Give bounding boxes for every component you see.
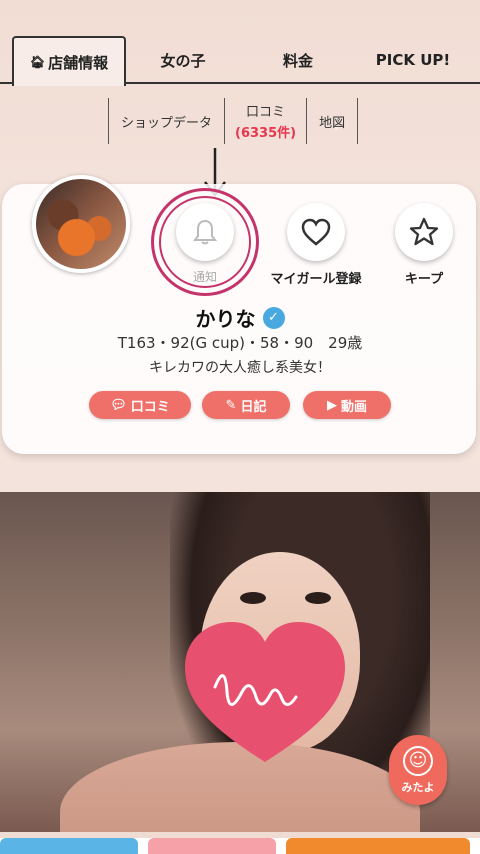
main-tabs: 🏠︎ 店舗情報 女の子 料金 PICK UP!: [0, 36, 480, 86]
smile-icon: ☺: [403, 745, 433, 776]
photo-eye: [240, 592, 266, 604]
keep-button[interactable]: [395, 203, 453, 261]
sub-tabs: ショップデータ 口コミ (6335件) 地図: [108, 98, 359, 144]
bottom-button-3[interactable]: [286, 838, 470, 854]
my-girl-label: マイガール登録: [270, 272, 362, 287]
mitayo-button[interactable]: ☺ みたよ: [389, 735, 447, 805]
photo-eye: [305, 592, 331, 604]
tab-label: PICK UP!: [375, 51, 451, 69]
tab-price[interactable]: 料金: [258, 36, 338, 84]
bottom-button-2[interactable]: [148, 838, 276, 854]
review-button[interactable]: 💬︎ 口コミ: [89, 391, 191, 419]
highlight-ring-inner: [159, 196, 251, 288]
avatar[interactable]: [32, 175, 130, 273]
bottom-button-1[interactable]: [0, 838, 138, 854]
profile-catchphrase: キレカワの大人癒し系美女！: [149, 360, 331, 376]
tab-girls[interactable]: 女の子: [140, 36, 226, 84]
my-girl-button[interactable]: [287, 203, 345, 261]
tab-shop-info[interactable]: 🏠︎ 店舗情報: [12, 36, 126, 86]
heart-icon: [301, 218, 331, 246]
diary-button[interactable]: ✎ 日記: [202, 391, 290, 419]
video-button[interactable]: ▶ 動画: [303, 391, 391, 419]
verified-check-icon: ✓: [262, 306, 285, 329]
profile-stats: T163・92(G cup)・58・90 29歳: [117, 334, 363, 352]
subtab-label: 地図: [319, 115, 346, 131]
star-icon: [409, 217, 439, 246]
keep-label: キープ: [404, 272, 444, 287]
subtab-map[interactable]: 地図: [306, 98, 359, 144]
subtab-label: ショップデータ: [121, 115, 213, 131]
subtab-label: 口コミ: [246, 105, 286, 120]
diary-button-label: 日記: [240, 399, 267, 415]
tab-label: 女の子: [160, 51, 206, 70]
subtab-reviews[interactable]: 口コミ (6335件): [224, 98, 306, 144]
keep-action[interactable]: キープ: [364, 203, 480, 287]
tab-label: 料金: [282, 51, 313, 70]
home-icon: 🏠︎: [29, 55, 46, 69]
review-count: (6335件): [235, 126, 297, 141]
profile-name: かりな: [195, 307, 256, 331]
review-button-label: 口コミ: [130, 399, 170, 415]
subtab-shop-data[interactable]: ショップデータ: [108, 98, 224, 144]
mitayo-label: みたよ: [401, 780, 435, 794]
video-camera-icon: ▶: [326, 397, 337, 413]
heart-sticker-icon: [185, 622, 345, 762]
name-row: かりな ✓: [0, 303, 480, 332]
speech-bubble-icon: 💬︎: [110, 397, 127, 413]
edit-icon: ✎: [225, 397, 237, 413]
video-button-label: 動画: [340, 399, 367, 415]
tab-label: 店舗情報: [48, 53, 109, 72]
tab-pickup[interactable]: PICK UP!: [365, 36, 461, 84]
my-girl-action[interactable]: マイガール登録: [256, 203, 376, 287]
